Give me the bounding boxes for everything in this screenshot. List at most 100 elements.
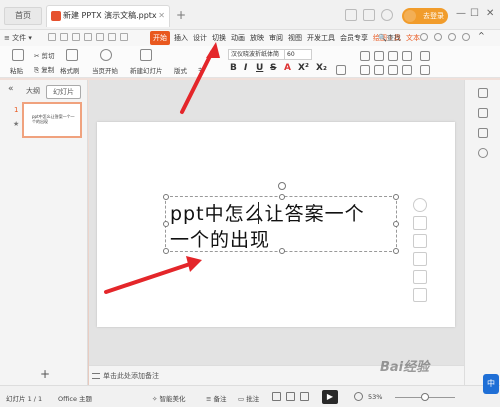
- align-center-icon[interactable]: [374, 65, 384, 75]
- comments-toggle[interactable]: ▭ 批注: [238, 393, 259, 403]
- assistant-fab-button[interactable]: 中: [483, 374, 499, 394]
- layout-button[interactable]: 版式: [174, 65, 187, 75]
- tab-review[interactable]: 审阅: [268, 31, 284, 45]
- strikethrough-button[interactable]: S: [270, 63, 276, 73]
- pin-icon[interactable]: [478, 128, 488, 138]
- tab-view[interactable]: 视图: [287, 31, 303, 45]
- rotate-handle-icon[interactable]: [278, 182, 286, 190]
- zoom-out-icon[interactable]: [354, 392, 363, 401]
- align-left-icon[interactable]: [360, 65, 370, 75]
- arrange-icon[interactable]: [413, 288, 427, 302]
- export-icon[interactable]: [60, 33, 68, 41]
- share-icon[interactable]: [448, 33, 456, 41]
- play-from-current-button[interactable]: 当页开始: [92, 65, 118, 75]
- collaboration-icon[interactable]: [434, 33, 442, 41]
- font-color-button[interactable]: A: [284, 63, 291, 73]
- avatar-icon[interactable]: [381, 9, 393, 21]
- font-family-select[interactable]: 汉仪晓波折纸体简: [228, 49, 292, 60]
- new-slide-button[interactable]: 新建幻灯片: [130, 65, 163, 75]
- collapse-ribbon-icon[interactable]: ^: [478, 31, 486, 40]
- format-painter-icon[interactable]: [66, 49, 78, 61]
- window-layout-icon[interactable]: [345, 9, 357, 21]
- undo-icon[interactable]: [96, 33, 104, 41]
- tab-close-icon[interactable]: ✕: [158, 6, 165, 26]
- tab-slides[interactable]: 幻灯片: [46, 85, 81, 99]
- slide-text-line-1[interactable]: ppt中怎么让答案一个: [170, 199, 365, 226]
- login-button[interactable]: 去登录: [402, 8, 448, 24]
- maximize-icon[interactable]: ☐: [470, 8, 479, 19]
- resize-handle[interactable]: [393, 194, 399, 200]
- tab-animation[interactable]: 动画: [230, 31, 246, 45]
- resize-handle[interactable]: [279, 248, 285, 254]
- numbered-list-icon[interactable]: [374, 51, 384, 61]
- text-box[interactable]: ppt中怎么让答案一个 一个的出现: [163, 182, 399, 254]
- zoom-slider-knob[interactable]: [421, 393, 429, 401]
- bold-button[interactable]: B: [230, 63, 237, 73]
- text-direction-icon[interactable]: [420, 51, 430, 61]
- tab-slideshow[interactable]: 放映: [249, 31, 265, 45]
- tab-start[interactable]: 开始: [150, 31, 170, 45]
- resize-handle[interactable]: [163, 221, 169, 227]
- indent-icon[interactable]: [388, 51, 398, 61]
- help-icon[interactable]: [478, 148, 488, 158]
- sorter-view-icon[interactable]: [286, 392, 295, 401]
- section-button[interactable]: 节: [198, 65, 205, 75]
- tab-home[interactable]: 首页: [4, 7, 42, 25]
- new-slide-icon[interactable]: [140, 49, 152, 61]
- reading-view-icon[interactable]: [300, 392, 309, 401]
- paste-icon[interactable]: [12, 49, 24, 61]
- underline-button[interactable]: U: [256, 63, 263, 73]
- format-painter-button[interactable]: 格式刷: [60, 65, 80, 75]
- tab-insert[interactable]: 插入: [173, 31, 189, 45]
- paste-button[interactable]: 粘贴: [10, 65, 23, 75]
- file-menu[interactable]: ≡ 文件 ▾: [4, 33, 32, 43]
- edit-pen-icon[interactable]: [413, 216, 427, 230]
- resize-handle[interactable]: [163, 248, 169, 254]
- zoom-level[interactable]: 53%: [368, 393, 382, 401]
- tab-developer[interactable]: 开发工具: [306, 31, 336, 45]
- cloud-icon[interactable]: [420, 33, 428, 41]
- copy-button[interactable]: ⎘ 复制: [34, 64, 54, 75]
- add-slide-button[interactable]: +: [40, 367, 50, 381]
- clear-format-icon[interactable]: [336, 65, 346, 75]
- tab-document[interactable]: 新建 PPTX 演示文稿.pptx ✕: [46, 5, 170, 27]
- tab-outline[interactable]: 大纲: [20, 85, 46, 97]
- shape-icon[interactable]: [478, 108, 488, 118]
- tab-design[interactable]: 设计: [192, 31, 208, 45]
- superscript-button[interactable]: X²: [298, 63, 309, 73]
- subscript-button[interactable]: X₂: [316, 63, 327, 73]
- print-icon[interactable]: [72, 33, 80, 41]
- beautify-button[interactable]: ✧ 智能美化: [152, 393, 186, 403]
- tab-text[interactable]: 文本: [405, 31, 421, 45]
- bullet-list-icon[interactable]: [360, 51, 370, 61]
- play-icon[interactable]: [100, 49, 112, 61]
- italic-button[interactable]: I: [244, 63, 247, 73]
- fill-icon[interactable]: [413, 234, 427, 248]
- bulb-icon[interactable]: [413, 270, 427, 284]
- outdent-icon[interactable]: [402, 51, 412, 61]
- redo-icon[interactable]: [108, 33, 116, 41]
- minimize-icon[interactable]: —: [456, 8, 466, 19]
- outline-icon[interactable]: [413, 252, 427, 266]
- align-right-icon[interactable]: [388, 65, 398, 75]
- close-icon[interactable]: ✕: [486, 8, 494, 19]
- more-options-icon[interactable]: [413, 198, 427, 212]
- tab-transition[interactable]: 切换: [211, 31, 227, 45]
- grid-icon[interactable]: [363, 9, 375, 21]
- slide-thumbnail[interactable]: ppt中怎么让答案一个一个的出现: [22, 102, 82, 138]
- properties-icon[interactable]: [478, 88, 488, 98]
- slideshow-play-button[interactable]: ▶: [322, 390, 338, 404]
- notes-toggle[interactable]: ≡ 备注: [206, 393, 227, 403]
- resize-handle[interactable]: [163, 194, 169, 200]
- slide-canvas[interactable]: ppt中怎么让答案一个 一个的出现: [97, 122, 455, 327]
- more-options-icon[interactable]: [462, 33, 470, 41]
- save-icon[interactable]: [48, 33, 56, 41]
- search-box[interactable]: 🔍查找: [378, 33, 401, 43]
- normal-view-icon[interactable]: [272, 392, 281, 401]
- cut-button[interactable]: ✂ 剪切: [34, 50, 55, 60]
- font-size-select[interactable]: 60: [284, 49, 312, 60]
- collapse-panel-icon[interactable]: «: [2, 83, 20, 95]
- line-spacing-icon[interactable]: [420, 65, 430, 75]
- slide-text-line-2[interactable]: 一个的出现: [170, 225, 270, 252]
- tab-member[interactable]: 会员专享: [339, 31, 369, 45]
